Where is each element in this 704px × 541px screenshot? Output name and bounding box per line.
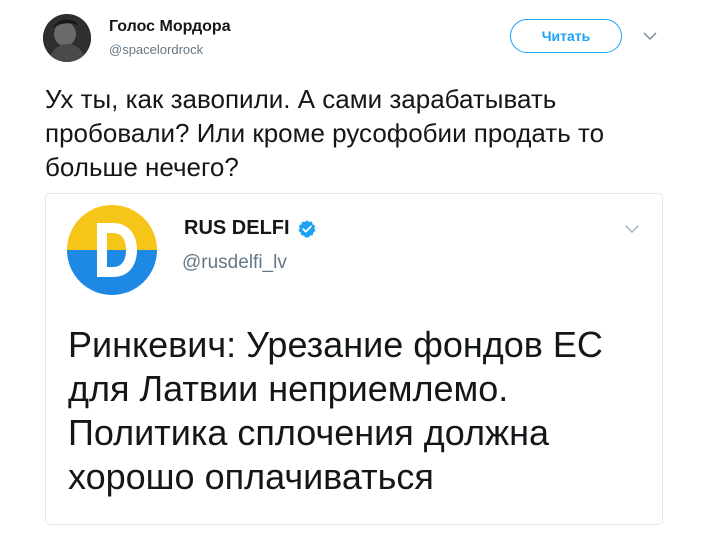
author-name[interactable]: Голос Мордора: [109, 18, 231, 36]
author-avatar[interactable]: [43, 14, 91, 62]
quoted-tweet[interactable]: RUS DELFI @rusdelfi_lv Ринкевич: Урезани…: [45, 193, 663, 525]
follow-button[interactable]: Читать: [510, 19, 622, 53]
author-handle[interactable]: @spacelordrock: [109, 42, 203, 57]
chevron-down-icon[interactable]: [640, 26, 660, 46]
quoted-author-handle[interactable]: @rusdelfi_lv: [182, 252, 287, 274]
tweet-text: Ух ты, как завопили. А сами зарабатывать…: [45, 84, 605, 182]
quoted-author-name-text: RUS DELFI: [184, 217, 290, 239]
quoted-tweet-text: Ринкевич: Урезание фондов ЕС для Латвии …: [68, 324, 603, 497]
avatar-photo-icon: [43, 14, 91, 62]
tweet: Голос Мордора @spacelordrock Читать Ух т…: [0, 0, 704, 541]
quoted-author-name[interactable]: RUS DELFI: [184, 217, 317, 240]
delfi-logo[interactable]: [67, 205, 157, 295]
quoted-chevron-down-icon[interactable]: [622, 219, 642, 239]
verified-badge-icon: [298, 219, 316, 238]
